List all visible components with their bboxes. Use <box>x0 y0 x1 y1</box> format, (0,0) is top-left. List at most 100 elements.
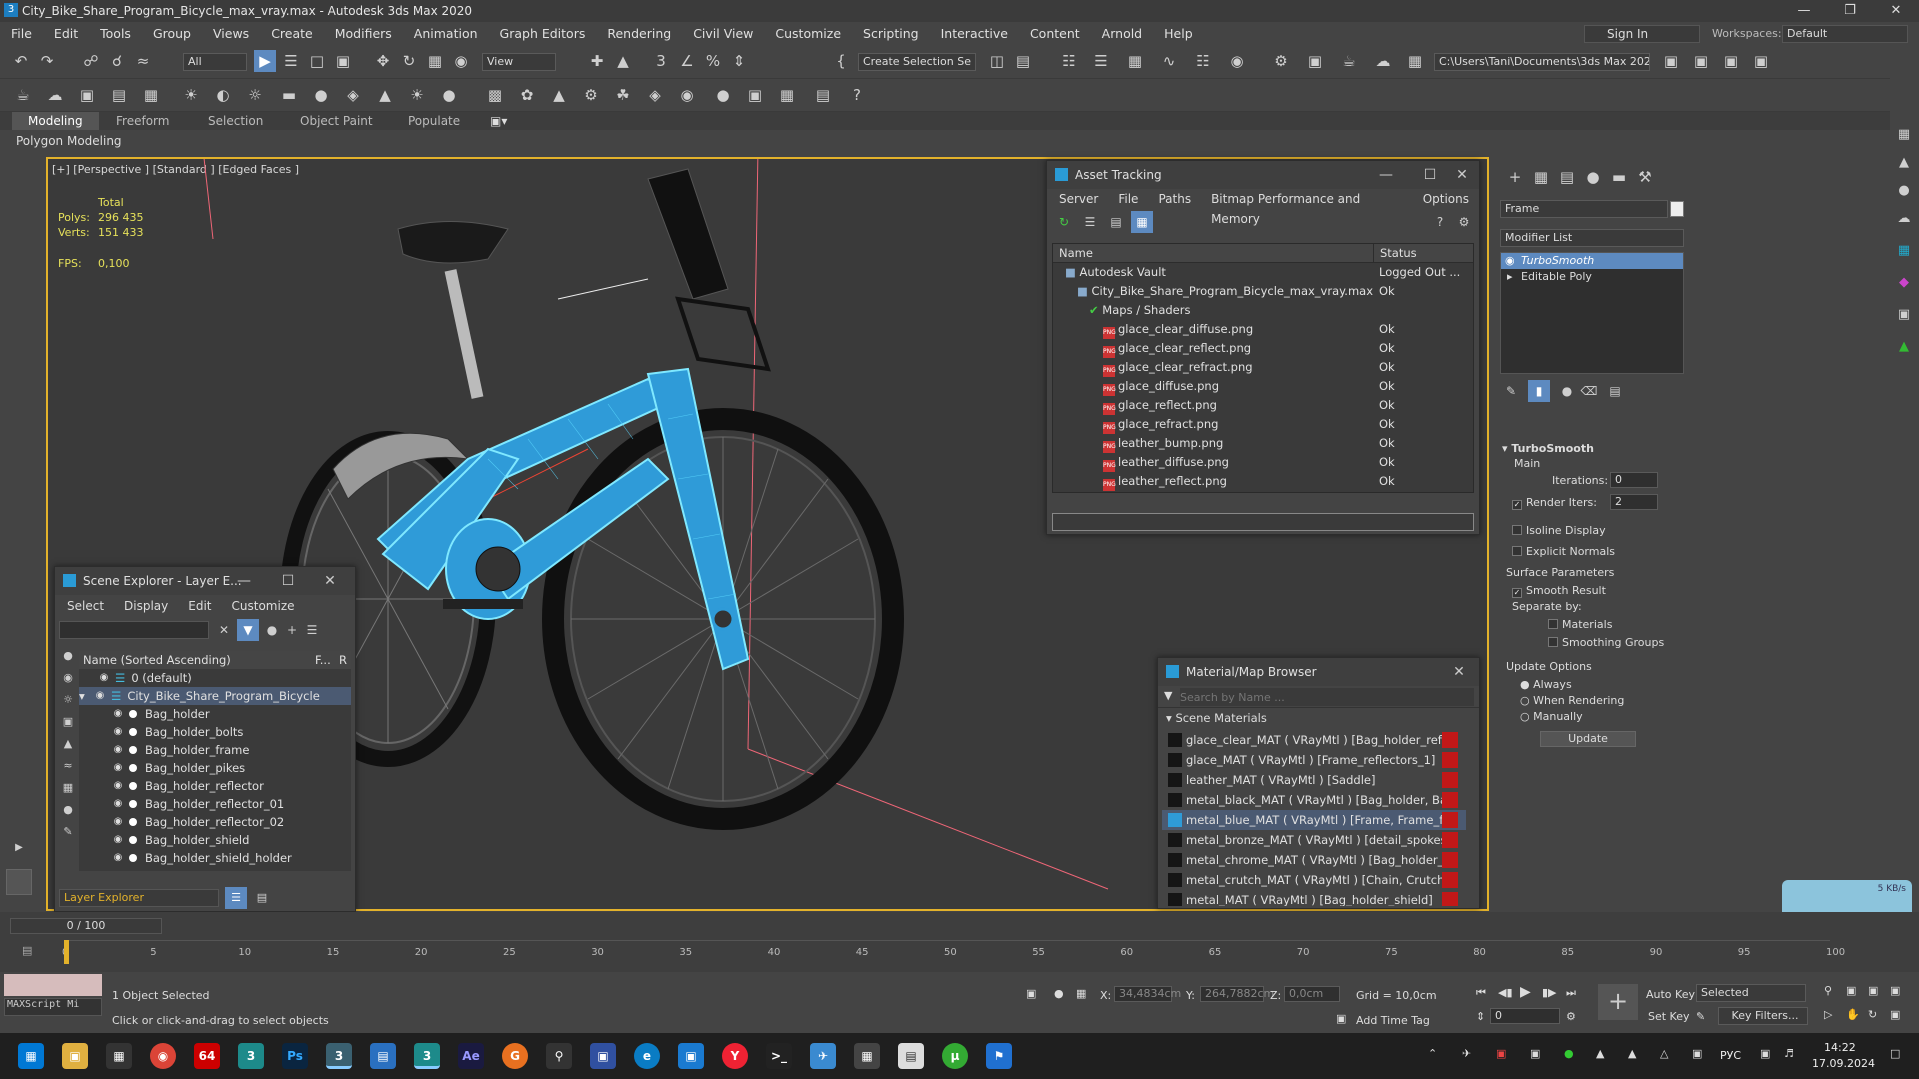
isolate-selection-icon[interactable]: ▣ <box>1026 987 1036 1000</box>
vray-settings-icon[interactable]: ▦ <box>140 84 162 106</box>
mountain-icon[interactable]: ▲ <box>1893 152 1915 174</box>
tab-modeling[interactable]: Modeling <box>12 112 99 130</box>
smoothing-groups-toggle[interactable]: Smoothing Groups <box>1548 636 1664 649</box>
vray-ipr-icon[interactable]: ☁ <box>44 84 66 106</box>
align-icon[interactable]: ▤ <box>1012 50 1034 72</box>
col-name[interactable]: Name <box>1053 244 1373 262</box>
project-folder-dropdown[interactable]: C:\Users\Tani\Documents\3ds Max 2020 <box>1434 53 1650 71</box>
torrent-icon[interactable]: μ <box>942 1043 968 1069</box>
redo-icon[interactable]: ↷ <box>36 50 58 72</box>
material-row[interactable]: glace_MAT ( VRayMtl ) [Frame_reflectors_… <box>1162 750 1466 770</box>
tray-bluetooth-icon[interactable]: △ <box>1660 1047 1668 1060</box>
eye-icon[interactable]: ◉ <box>1505 253 1515 269</box>
menu-views[interactable]: Views <box>202 26 260 41</box>
isoline-toggle[interactable]: Isoline Display <box>1512 524 1606 537</box>
tray-app-icon[interactable]: ▣ <box>1496 1047 1506 1060</box>
menu-edit[interactable]: Edit <box>178 595 221 617</box>
x-coord[interactable]: 34,4834cm <box>1114 986 1181 1002</box>
track-bar[interactable]: 0510152025303540455055606570758085909510… <box>62 940 1845 962</box>
file-explorer-icon[interactable]: ▣ <box>62 1043 88 1069</box>
visibility-eye-icon[interactable]: ◉ <box>111 777 125 795</box>
asset-row[interactable]: ✔ Maps / Shaders <box>1053 301 1473 320</box>
current-frame-spinner[interactable]: 0 <box>1490 1008 1560 1024</box>
key-filter-icon[interactable]: ✎ <box>1696 1010 1705 1023</box>
col-frozen[interactable]: F... <box>315 651 339 669</box>
modifier-list-dropdown[interactable]: Modifier List <box>1500 229 1684 247</box>
render-iters-checkbox[interactable]: ✓ <box>1512 500 1522 510</box>
clock-time[interactable]: 14:22 <box>1824 1041 1856 1054</box>
select-by-name-icon[interactable]: ☰ <box>280 50 302 72</box>
g-app-icon[interactable]: G <box>502 1043 528 1069</box>
add-time-tag[interactable]: Add Time Tag <box>1356 1014 1430 1027</box>
tray-volume-icon[interactable]: ♬ <box>1784 1047 1794 1060</box>
display-cameras-icon[interactable]: ▣ <box>57 711 79 733</box>
visibility-eye-icon[interactable]: ◉ <box>111 849 125 867</box>
pin-stack-icon[interactable]: ✎ <box>1500 380 1522 402</box>
explorer-type-dropdown[interactable]: Layer Explorer <box>59 889 219 907</box>
display-lights-icon[interactable]: ☼ <box>57 689 79 711</box>
vray-sphere-icon[interactable]: ● <box>310 84 332 106</box>
y-coord[interactable]: 264,7882cm <box>1200 986 1274 1002</box>
select-object-icon[interactable]: ▶ <box>254 50 276 72</box>
update-when-rendering-radio[interactable]: ○ When Rendering <box>1520 694 1624 707</box>
vray-obj-icon[interactable]: ▦ <box>776 84 798 106</box>
project-icon[interactable]: ▣ <box>1660 50 1682 72</box>
rollout-turbosmooth[interactable]: ▾ TurboSmooth <box>1502 442 1594 455</box>
table-view-icon[interactable]: ▤ <box>1105 211 1127 233</box>
time-tag-icon[interactable]: ▣ <box>1336 1012 1346 1025</box>
menu-graph-editors[interactable]: Graph Editors <box>489 26 597 41</box>
maximize-viewport-icon[interactable]: ▣ <box>1890 1008 1900 1021</box>
settings-icon[interactable]: ⚙ <box>1453 211 1475 233</box>
key-mode-icon[interactable]: ⇕ <box>1476 1010 1485 1023</box>
maxscript-listener[interactable] <box>4 974 102 996</box>
visibility-eye-icon[interactable]: ◉ <box>111 705 125 723</box>
layer-explorer-icon[interactable]: ☰ <box>1090 50 1112 72</box>
display-geometry-icon[interactable]: ● <box>57 645 79 667</box>
hierarchy-tab-icon[interactable]: ▤ <box>1556 166 1578 188</box>
selected-set-dropdown[interactable]: Selected <box>1696 984 1806 1002</box>
render-iters-toggle[interactable]: ✓ Render Iters: <box>1512 496 1597 510</box>
manipulate-icon[interactable]: ▲ <box>612 50 634 72</box>
visibility-eye-icon[interactable]: ◉ <box>111 759 125 777</box>
motion-tab-icon[interactable]: ● <box>1582 166 1604 188</box>
modify-tab-icon[interactable]: ▦ <box>1530 166 1552 188</box>
material-row[interactable]: leather_MAT ( VRayMtl ) [Saddle] <box>1162 770 1466 790</box>
iterations-spinner[interactable]: 0 <box>1610 472 1658 488</box>
vray-mesh-icon[interactable]: ◉ <box>676 84 698 106</box>
object-name-field[interactable]: Frame <box>1500 200 1668 218</box>
vray-clipper-icon[interactable]: ⚙ <box>580 84 602 106</box>
menu-create[interactable]: Create <box>260 26 324 41</box>
display-spacewarps-icon[interactable]: ≈ <box>57 755 79 777</box>
minimize-button[interactable]: — <box>227 567 261 595</box>
visibility-eye-icon[interactable]: ◉ <box>111 723 125 741</box>
maximize-button[interactable]: ☐ <box>1413 161 1447 189</box>
go-to-end-icon[interactable]: ⏭ <box>1566 986 1576 1000</box>
tray-network-icon[interactable]: ▲ <box>1628 1047 1636 1060</box>
materials-toggle[interactable]: Materials <box>1548 618 1612 631</box>
remove-modifier-icon[interactable]: ⌫ <box>1578 380 1600 402</box>
layers-icon[interactable]: ☰ <box>301 619 323 641</box>
vray-sun-light-icon[interactable]: ☀ <box>406 84 428 106</box>
minimize-button[interactable]: — <box>1781 0 1827 22</box>
render-cloud-icon[interactable]: ☁ <box>1372 50 1394 72</box>
play-side-icon[interactable]: ▶ <box>8 837 30 859</box>
tab-freeform[interactable]: Freeform <box>116 114 169 128</box>
snap-toggle-icon[interactable]: 3 <box>650 50 672 72</box>
angle-snap-icon[interactable]: ∠ <box>676 50 698 72</box>
lock-icon[interactable]: ● <box>261 619 283 641</box>
scene-explorer-titlebar[interactable]: Scene Explorer - Layer E... — ☐ ✕ <box>55 567 355 595</box>
menu-customize[interactable]: Customize <box>222 595 305 617</box>
polygon-modeling-panel[interactable]: Polygon Modeling <box>0 130 1890 152</box>
stack-item-editable-poly[interactable]: ▸ Editable Poly <box>1501 269 1683 285</box>
box-icon[interactable]: ▣ <box>1893 304 1915 326</box>
z-coord[interactable]: 0,0cm <box>1284 986 1340 1002</box>
menu-edit[interactable]: Edit <box>43 26 89 41</box>
display-xrefs-icon[interactable]: ● <box>57 799 79 821</box>
bind-spacewarp-icon[interactable]: ≈ <box>132 50 154 72</box>
blue-app-icon[interactable]: ▣ <box>678 1043 704 1069</box>
update-button[interactable]: Update <box>1540 731 1636 747</box>
mirror-icon[interactable]: ◫ <box>986 50 1008 72</box>
link-icon[interactable]: ☍ <box>80 50 102 72</box>
edit-named-selection-icon[interactable]: { <box>830 50 852 72</box>
vray-plane-icon[interactable]: ▬ <box>278 84 300 106</box>
